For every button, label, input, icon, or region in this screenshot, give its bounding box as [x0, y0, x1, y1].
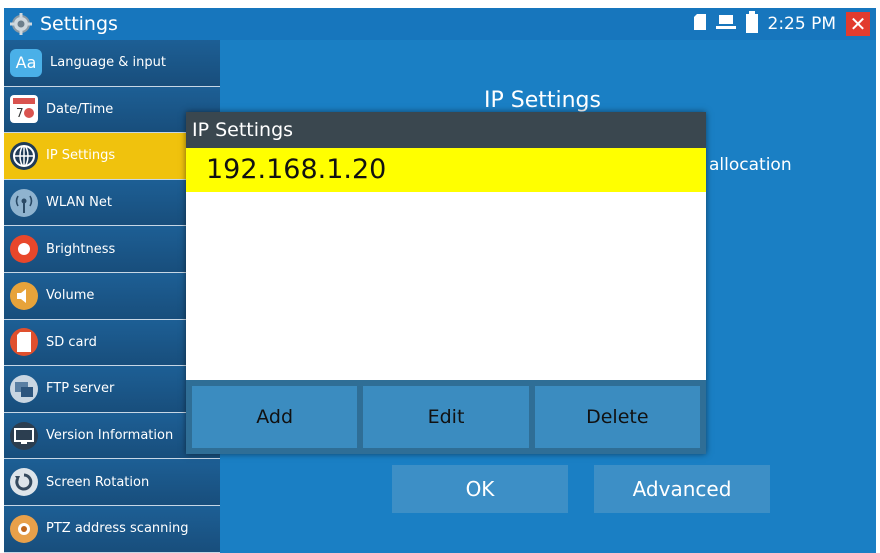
dialog-button-bar: Add Edit Delete: [186, 380, 706, 454]
wifi-antenna-icon: [10, 188, 38, 217]
sidebar-item-label: PTZ address scanning: [46, 521, 189, 537]
app-title: Settings: [40, 13, 118, 35]
sidebar-item-label: Version Information: [46, 428, 174, 444]
ftp-server-icon: [10, 374, 38, 403]
device-screen: Settings 2:25 PM ✕ Aa Language & input 7…: [4, 8, 876, 553]
sidebar-item-language[interactable]: Aa Language & input: [4, 40, 220, 87]
sidebar-item-label: Brightness: [46, 241, 116, 257]
close-icon[interactable]: ✕: [846, 12, 870, 36]
dialog-title: IP Settings: [186, 112, 706, 148]
ip-settings-dialog: IP Settings 192.168.1.20 Add Edit Delete: [186, 112, 706, 454]
sidebar-item-label: Screen Rotation: [46, 474, 150, 490]
calendar-icon: 7: [10, 95, 38, 124]
sidebar-item-label: WLAN Net: [46, 195, 112, 211]
sidebar-item-label: IP Settings: [46, 148, 116, 164]
page-title: IP Settings: [484, 88, 601, 113]
sd-card-icon: [10, 328, 38, 357]
sidebar-item-label: SD card: [46, 334, 97, 350]
sidebar-item-label: Language & input: [50, 55, 166, 71]
rotation-icon: [10, 468, 38, 497]
sidebar-item-label: Volume: [46, 288, 95, 304]
battery-icon: [745, 11, 758, 37]
brightness-icon: [10, 235, 38, 264]
monitor-icon: [10, 421, 38, 450]
globe-icon: [10, 141, 38, 170]
language-icon: Aa: [10, 48, 42, 77]
ok-button[interactable]: OK: [392, 465, 568, 513]
sd-card-icon: [693, 14, 706, 34]
edit-button[interactable]: Edit: [363, 386, 529, 448]
speaker-icon: [10, 281, 38, 310]
add-button[interactable]: Add: [192, 386, 358, 448]
ip-list-item-selected[interactable]: 192.168.1.20: [186, 148, 706, 192]
allocation-label: allocation: [709, 155, 792, 175]
svg-text:7: 7: [16, 106, 24, 120]
status-bar: Settings 2:25 PM ✕: [4, 8, 876, 40]
delete-button[interactable]: Delete: [534, 386, 700, 448]
network-icon: [715, 14, 736, 34]
sidebar-item-label: FTP server: [46, 381, 115, 397]
sidebar-item-screen-rotation[interactable]: Screen Rotation: [4, 459, 220, 506]
sidebar-item-ptz[interactable]: PTZ address scanning: [4, 505, 220, 553]
sidebar-item-label: Date/Time: [46, 101, 114, 117]
settings-gear-icon: [10, 13, 32, 35]
advanced-button[interactable]: Advanced: [594, 465, 770, 513]
clock: 2:25 PM: [767, 14, 837, 34]
ptz-camera-icon: [10, 514, 38, 543]
